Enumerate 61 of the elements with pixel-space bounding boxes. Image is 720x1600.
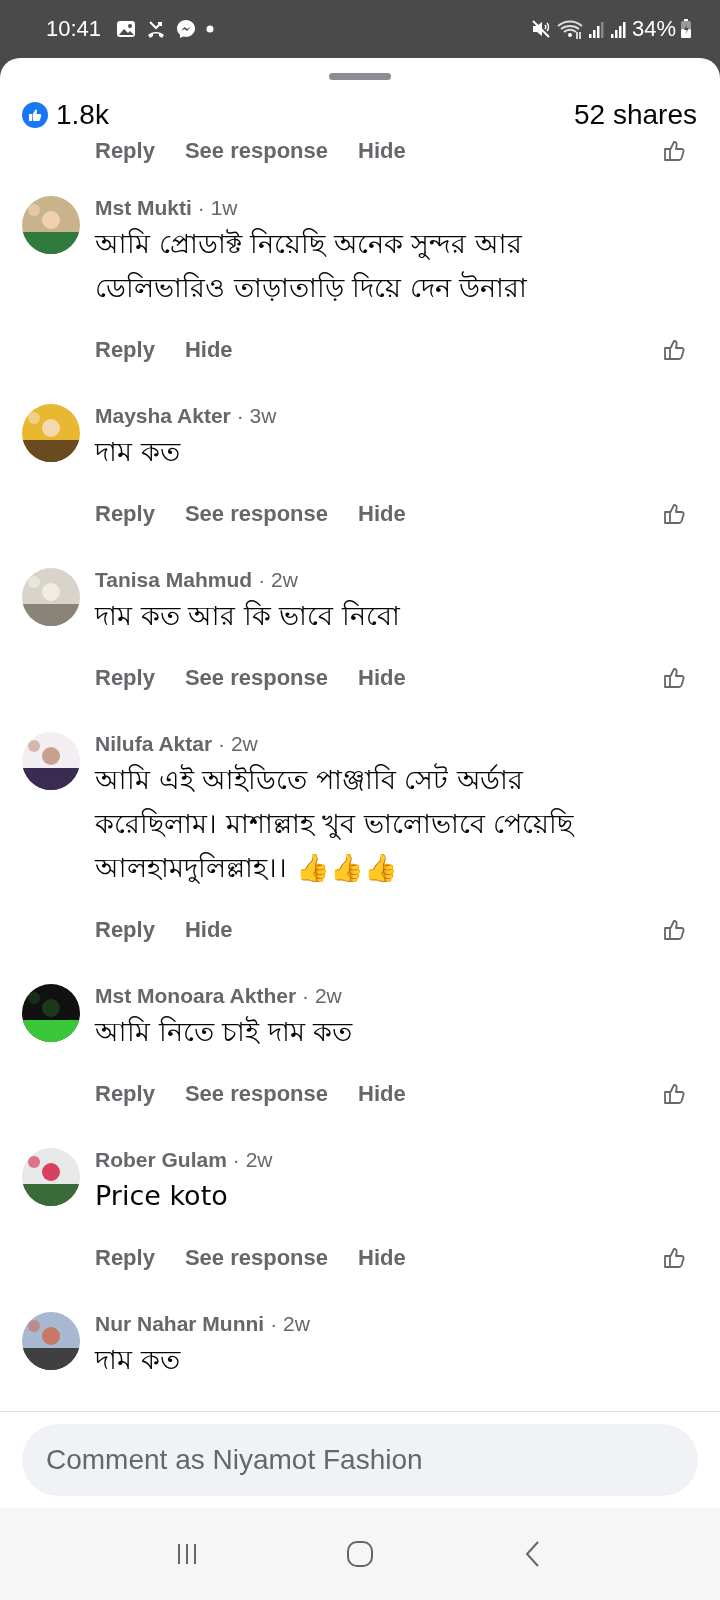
- action-link[interactable]: Hide: [358, 138, 406, 164]
- messenger-icon: [175, 18, 198, 40]
- battery-percentage: 34%: [631, 16, 676, 42]
- comment-text: আমি প্রোডাক্ট নিয়েছি অনেক সুন্দর আর ডেলিভারিও তাড়াতাড়ি দিয়ে দেন উনারা: [95, 227, 529, 305]
- comment-time: · 2w: [232, 1148, 273, 1172]
- author-name[interactable]: Mst Mukti: [95, 196, 192, 220]
- action-link[interactable]: See response: [184, 1081, 328, 1107]
- action-link[interactable]: Reply: [95, 1245, 155, 1271]
- home-icon[interactable]: [345, 1539, 375, 1569]
- action-link[interactable]: Hide: [184, 337, 233, 363]
- action-link[interactable]: Reply: [95, 138, 155, 164]
- action-link[interactable]: Hide: [184, 917, 233, 943]
- comment-time: · 2w: [258, 568, 298, 592]
- clock-time: 10:41: [46, 16, 102, 42]
- action-link[interactable]: Hide: [358, 665, 406, 691]
- action-link[interactable]: See response: [184, 501, 328, 527]
- author-name[interactable]: Mst Monoara Akther: [95, 984, 297, 1008]
- drag-handle[interactable]: [329, 73, 391, 80]
- comment-text: আমি নিতে চাই দাম কত: [95, 1015, 354, 1049]
- action-link[interactable]: Reply: [95, 917, 155, 943]
- comment-time: · 3w: [236, 404, 277, 428]
- action-link[interactable]: Reply: [95, 337, 155, 363]
- action-link[interactable]: Hide: [358, 1245, 406, 1271]
- action-link[interactable]: Reply: [95, 665, 155, 691]
- action-link[interactable]: See response: [184, 138, 328, 164]
- comment-time: · 2w: [302, 984, 342, 1008]
- comment-text: দাম কত: [95, 1343, 182, 1377]
- author-name[interactable]: Rober Gulam: [95, 1148, 227, 1172]
- like-icon: [662, 666, 686, 690]
- author-name[interactable]: Nilufa Aktar: [95, 732, 213, 756]
- comment-text: Price koto: [95, 1179, 229, 1213]
- reaction-count[interactable]: 1.8k: [56, 99, 109, 131]
- mute-icon: [529, 18, 552, 40]
- dot-icon: [205, 24, 216, 34]
- wifi-icon: [555, 18, 584, 40]
- comment-text: দাম কত আর কি ভাবে নিবো: [95, 599, 402, 633]
- like-icon: [662, 918, 686, 942]
- action-link[interactable]: See response: [184, 665, 328, 691]
- author-name[interactable]: Nur Nahar Munni: [95, 1312, 265, 1336]
- author-name[interactable]: Maysha Akter: [95, 404, 231, 428]
- comment-time: · 2w: [218, 732, 258, 756]
- like-icon: [662, 139, 686, 163]
- action-link[interactable]: Hide: [358, 1081, 406, 1107]
- like-icon: [662, 338, 686, 362]
- like-reaction-icon: [22, 102, 48, 128]
- comment-text: দাম কত: [95, 435, 182, 469]
- comment-time: · 1w: [197, 196, 238, 220]
- comment-time: · 2w: [270, 1312, 310, 1336]
- like-icon: [662, 1082, 686, 1106]
- comment-text: আমি এই আইডিতে পাঞ্জাবি সেট অর্ডার করেছিলাম। মাশাল্লাহ খুব ভালোভাবে পেয়েছি আলহামদুলিল্লাহ।। 👍👍👍: [95, 762, 576, 886]
- comment-field[interactable]: Comment as Niyamot Fashion: [22, 1424, 698, 1496]
- shares-count[interactable]: 52 shares: [574, 99, 697, 131]
- action-link[interactable]: Reply: [95, 501, 155, 527]
- author-name[interactable]: Tanisa Mahmud: [95, 568, 253, 592]
- action-link[interactable]: Hide: [358, 501, 406, 527]
- like-icon: [662, 1246, 686, 1270]
- like-icon: [662, 502, 686, 526]
- image-icon: [115, 18, 138, 40]
- battery-icon: [680, 18, 692, 40]
- action-link[interactable]: See response: [184, 1245, 328, 1271]
- action-link[interactable]: Reply: [95, 1081, 155, 1107]
